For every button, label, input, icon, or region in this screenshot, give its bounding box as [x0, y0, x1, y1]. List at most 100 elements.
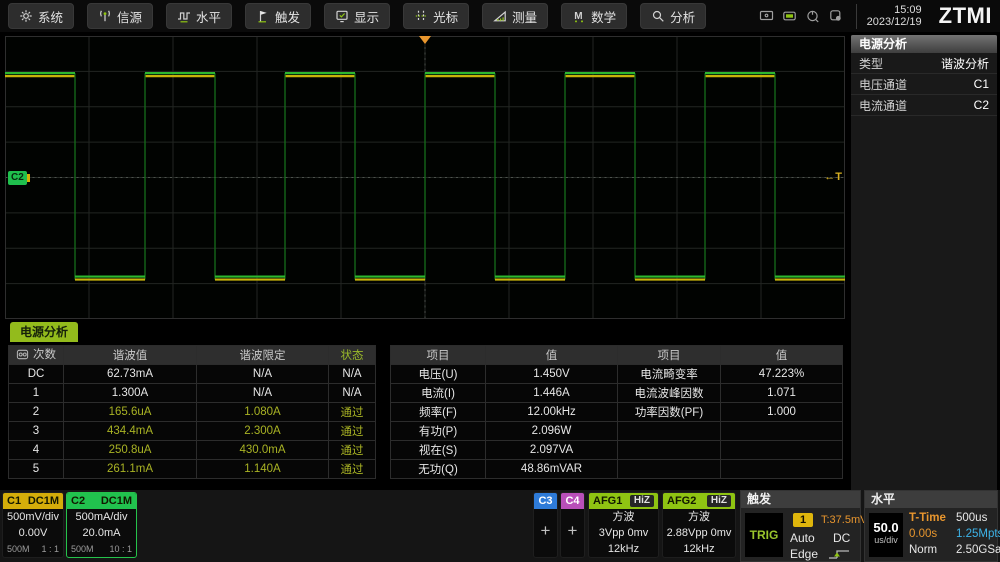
trigger-position-marker[interactable] [419, 36, 431, 44]
toolbar-button-label: 显示 [354, 7, 379, 26]
table-cell [721, 460, 843, 479]
acquire-mode: Norm [909, 544, 956, 557]
panel-setting-类型[interactable]: 类型谐波分析 [851, 53, 997, 74]
horizontal-panel[interactable]: 水平 50.0 us/div T-Time 500us 0.00s 1.25Mp… [864, 490, 998, 562]
table-cell: 1.450V [486, 365, 618, 384]
table-cell: 12.00kHz [486, 403, 618, 422]
channel-ground-badge[interactable]: C2 [8, 171, 27, 185]
column-header: 值 [486, 346, 618, 365]
export-icon[interactable] [16, 348, 29, 364]
table-cell: 2.300A [197, 422, 329, 441]
trigger-coupling[interactable]: DC [833, 531, 850, 545]
panel-setting-电流通道[interactable]: 电流通道 C2 [851, 95, 997, 116]
toolbar-button-label: 数学 [591, 7, 616, 26]
tab-power-analysis[interactable]: 电源分析 [10, 322, 78, 342]
table-row: 电流(I)1.446A电流波峰因数1.071 [391, 384, 843, 403]
toolbar-button-analysis[interactable]: 分析 [640, 3, 706, 29]
table-cell: 3 [9, 422, 64, 441]
setting-label: 电流通道 [859, 97, 907, 114]
measure-icon [493, 9, 507, 23]
c2-scale: 500mA/div [67, 510, 136, 525]
timebase-unit: us/div [869, 535, 903, 545]
trigger-mode[interactable]: Auto [790, 531, 815, 545]
t-time-value: 500us [956, 512, 1000, 525]
setting-value: C2 [974, 98, 989, 112]
power-params-table: 项目值项目值电压(U)1.450V电流畸变率47.223%电流(I)1.446A… [390, 345, 843, 479]
usb-icon[interactable] [782, 8, 798, 24]
table-cell: 48.86mVAR [486, 460, 618, 479]
table-row: 频率(F)12.00kHz功率因数(PF)1.000 [391, 403, 843, 422]
mouse-icon[interactable] [805, 8, 821, 24]
toolbar-button-math[interactable]: M 数学 [561, 3, 627, 29]
afg2-label: AFG2 [667, 495, 696, 507]
time-text: 15:09 [867, 4, 922, 17]
c4-header: C4 [561, 493, 584, 509]
toolbar-button-source[interactable]: 信源 [87, 3, 153, 29]
trigger-panel[interactable]: 触发 TRIG 1 Auto Edge T:37.5mV DC [740, 490, 861, 562]
channel-c2-box[interactable]: C2 DC1M 500mA/div 20.0mA 500M 10 : 1 [66, 492, 137, 558]
afg1-frequency: 12kHz [589, 542, 658, 557]
channel-c1-box[interactable]: C1 DC1M 500mV/div 0.00V 500M 1 : 1 [2, 492, 64, 558]
date-text: 2023/12/19 [867, 16, 922, 29]
table-cell: 视在(S) [391, 441, 486, 460]
table-cell: 电流(I) [391, 384, 486, 403]
c3-label: C3 [538, 495, 552, 507]
status-icons [759, 8, 844, 24]
toolbar-button-cursor[interactable]: 光标 [403, 3, 469, 29]
table-cell: 通过 [329, 441, 376, 460]
table-cell: 47.223% [721, 365, 843, 384]
trigger-source-badge[interactable]: 1 [793, 513, 813, 527]
table-cell: 1.080A [197, 403, 329, 422]
touch-icon[interactable] [828, 8, 844, 24]
toolbar-button-gear[interactable]: 系统 [8, 3, 74, 29]
table-row: 3434.4mA2.300A通过 [9, 422, 376, 441]
trigger-level-marker[interactable]: ←T [824, 171, 842, 183]
table-cell: N/A [329, 384, 376, 403]
toolbar-button-horizontal[interactable]: 水平 [166, 3, 232, 29]
afg1-box[interactable]: AFG1 HiZ 方波 3Vpp 0mv 12kHz [588, 492, 659, 558]
toolbar-button-display[interactable]: 显示 [324, 3, 390, 29]
source-icon [98, 9, 112, 23]
table-header-row: 项目值项目值 [391, 346, 843, 365]
channel-c4-box[interactable]: C4 + [560, 492, 585, 558]
top-toolbar: 系统信源水平触发显示光标测量M数学分析 15:09 2023/12/19 ZTM… [0, 0, 1000, 32]
toolbar-button-label: 测量 [512, 7, 537, 26]
table-cell: 1.446A [486, 384, 618, 403]
screen-icon[interactable] [759, 8, 775, 24]
table-row: 4250.8uA430.0mA通过 [9, 441, 376, 460]
afg1-header: AFG1 HiZ [589, 493, 658, 509]
horizontal-readouts: T-Time 500us 0.00s 1.25Mpts Norm 2.50GSa… [909, 512, 1000, 557]
table-row: 视在(S)2.097VA [391, 441, 843, 460]
table-cell: 电流波峰因数 [618, 384, 721, 403]
waveform-display[interactable]: ←T C2 [5, 36, 845, 319]
table-cell: N/A [197, 365, 329, 384]
toolbar-button-trigger[interactable]: 触发 [245, 3, 311, 29]
c3-add-button[interactable]: + [534, 509, 557, 553]
table-cell: 2.097VA [486, 441, 618, 460]
table-cell [618, 460, 721, 479]
table-cell: N/A [329, 365, 376, 384]
harmonics-table: 次数谐波值谐波限定状态DC62.73mAN/AN/A11.300AN/AN/A2… [8, 345, 376, 479]
table-cell: 1.300A [64, 384, 197, 403]
c2-label: C2 [71, 495, 85, 507]
timebase-box[interactable]: 50.0 us/div [869, 513, 903, 557]
table-cell: 无功(Q) [391, 460, 486, 479]
trigger-type[interactable]: Edge [790, 547, 818, 561]
column-header: 状态 [329, 346, 376, 365]
panel-setting-电压通道[interactable]: 电压通道C1 [851, 74, 997, 95]
svg-text:M: M [574, 11, 582, 22]
table-cell: 62.73mA [64, 365, 197, 384]
afg2-waveform: 方波 [663, 510, 735, 525]
afg2-box[interactable]: AFG2 HiZ 方波 2.88Vpp 0mv 12kHz [662, 492, 736, 558]
table-cell: 通过 [329, 422, 376, 441]
edge-rising-icon [825, 546, 855, 562]
timebase-value: 50.0 [869, 520, 903, 535]
table-cell [721, 422, 843, 441]
table-cell: 1 [9, 384, 64, 403]
table-row: 11.300AN/AN/A [9, 384, 376, 403]
c4-add-button[interactable]: + [561, 509, 584, 553]
toolbar-button-measure[interactable]: 测量 [482, 3, 548, 29]
trig-status-box: TRIG [745, 513, 783, 557]
table-row: 5261.1mA1.140A通过 [9, 460, 376, 479]
channel-c3-box[interactable]: C3 + [533, 492, 558, 558]
